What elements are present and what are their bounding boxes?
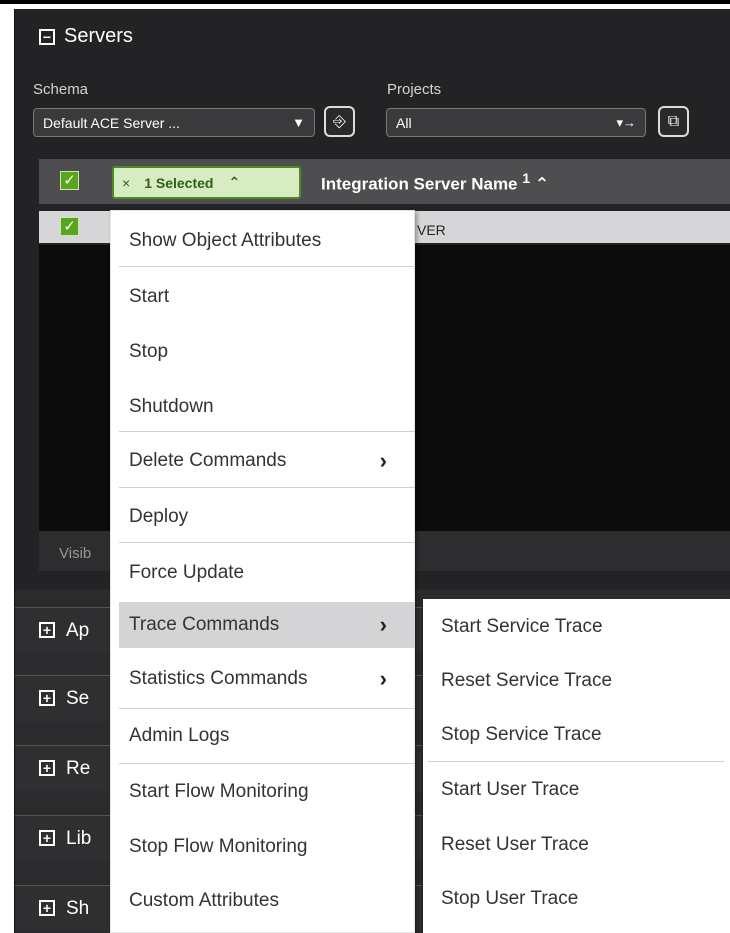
menu-start-flow-monitoring[interactable]: Start Flow Monitoring [119, 769, 415, 815]
menu-divider [119, 708, 415, 709]
menu-statistics-commands[interactable]: Statistics Commands › [119, 656, 415, 702]
schema-label: Schema [33, 81, 89, 98]
menu-deploy[interactable]: Deploy [119, 494, 415, 540]
submenu-start-user-trace[interactable]: Start User Trace [428, 767, 724, 813]
submenu-divider [428, 761, 724, 762]
projects-dropdown[interactable]: All ▾→ [386, 108, 646, 137]
chevron-right-icon: › [379, 448, 387, 473]
menu-shutdown[interactable]: Shutdown [119, 384, 415, 430]
copy-icon[interactable]: ⧉ [658, 106, 689, 137]
submenu-start-service-trace[interactable]: Start Service Trace [428, 604, 724, 650]
menu-stop-flow-monitoring[interactable]: Stop Flow Monitoring [119, 824, 415, 870]
selected-count: 1 Selected [144, 174, 214, 191]
sort-caret-icon: ⌃ [534, 174, 550, 194]
plus-square-icon[interactable]: + [39, 622, 55, 638]
menu-show-object-attributes[interactable]: Show Object Attributes [119, 218, 415, 264]
select-all-checkbox[interactable]: ✓ [60, 171, 79, 190]
top-border [0, 0, 730, 4]
plus-square-icon[interactable]: + [39, 900, 55, 916]
plus-square-icon[interactable]: + [39, 760, 55, 776]
caret-right-arrow-icon: ▾→ [616, 114, 636, 130]
plus-square-icon[interactable]: + [39, 690, 55, 706]
menu-admin-logs[interactable]: Admin Logs [119, 713, 415, 759]
visible-rows-label: Visib [59, 545, 92, 562]
projects-selected-value: All [396, 114, 412, 131]
server-context-menu: Show Object Attributes Start Stop Shutdo… [110, 210, 415, 933]
sort-order: 1 [522, 171, 531, 187]
submenu-stop-user-trace[interactable]: Stop User Trace [428, 876, 724, 922]
servers-panel-title: Servers [64, 25, 133, 47]
left-page-margin [0, 4, 14, 933]
servers-panel-header[interactable]: − Servers [39, 25, 133, 48]
server-name-cell: VER [417, 222, 446, 238]
row-checkbox[interactable]: ✓ [60, 217, 79, 236]
caret-down-icon: ▼ [292, 115, 305, 130]
schema-edit-icon[interactable]: ⎆ [324, 106, 355, 137]
menu-start[interactable]: Start [119, 274, 415, 320]
submenu-reset-service-trace[interactable]: Reset Service Trace [428, 658, 724, 704]
minus-square-icon[interactable]: − [39, 28, 55, 45]
schema-dropdown[interactable]: Default ACE Server ... ▼ [33, 108, 315, 137]
menu-divider [119, 487, 415, 488]
submenu-reset-user-trace[interactable]: Reset User Trace [428, 822, 724, 868]
chevron-up-icon: ⌃ [228, 174, 241, 190]
integration-server-name-column[interactable]: Integration Server Name 1 ⌃ [321, 171, 549, 195]
menu-delete-commands[interactable]: Delete Commands › [119, 438, 415, 484]
menu-custom-attributes[interactable]: Custom Attributes [119, 878, 415, 924]
selected-filter-button[interactable]: × 1 Selected ⌃ [112, 166, 301, 199]
menu-stop[interactable]: Stop [119, 329, 415, 375]
menu-divider [119, 266, 415, 267]
menu-divider [119, 542, 415, 543]
projects-label: Projects [387, 81, 442, 98]
menu-divider [119, 763, 415, 764]
chevron-right-icon: › [379, 612, 387, 637]
schema-selected-value: Default ACE Server ... [43, 114, 180, 131]
chevron-right-icon: › [379, 666, 387, 691]
menu-trace-commands[interactable]: Trace Commands › [119, 602, 415, 648]
trace-commands-submenu: Start Service Trace Reset Service Trace … [423, 599, 730, 933]
menu-divider [119, 431, 415, 432]
submenu-stop-service-trace[interactable]: Stop Service Trace [428, 712, 724, 758]
plus-square-icon[interactable]: + [39, 830, 55, 846]
clear-selection-icon[interactable]: × [122, 175, 130, 191]
menu-force-update[interactable]: Force Update [119, 550, 415, 596]
